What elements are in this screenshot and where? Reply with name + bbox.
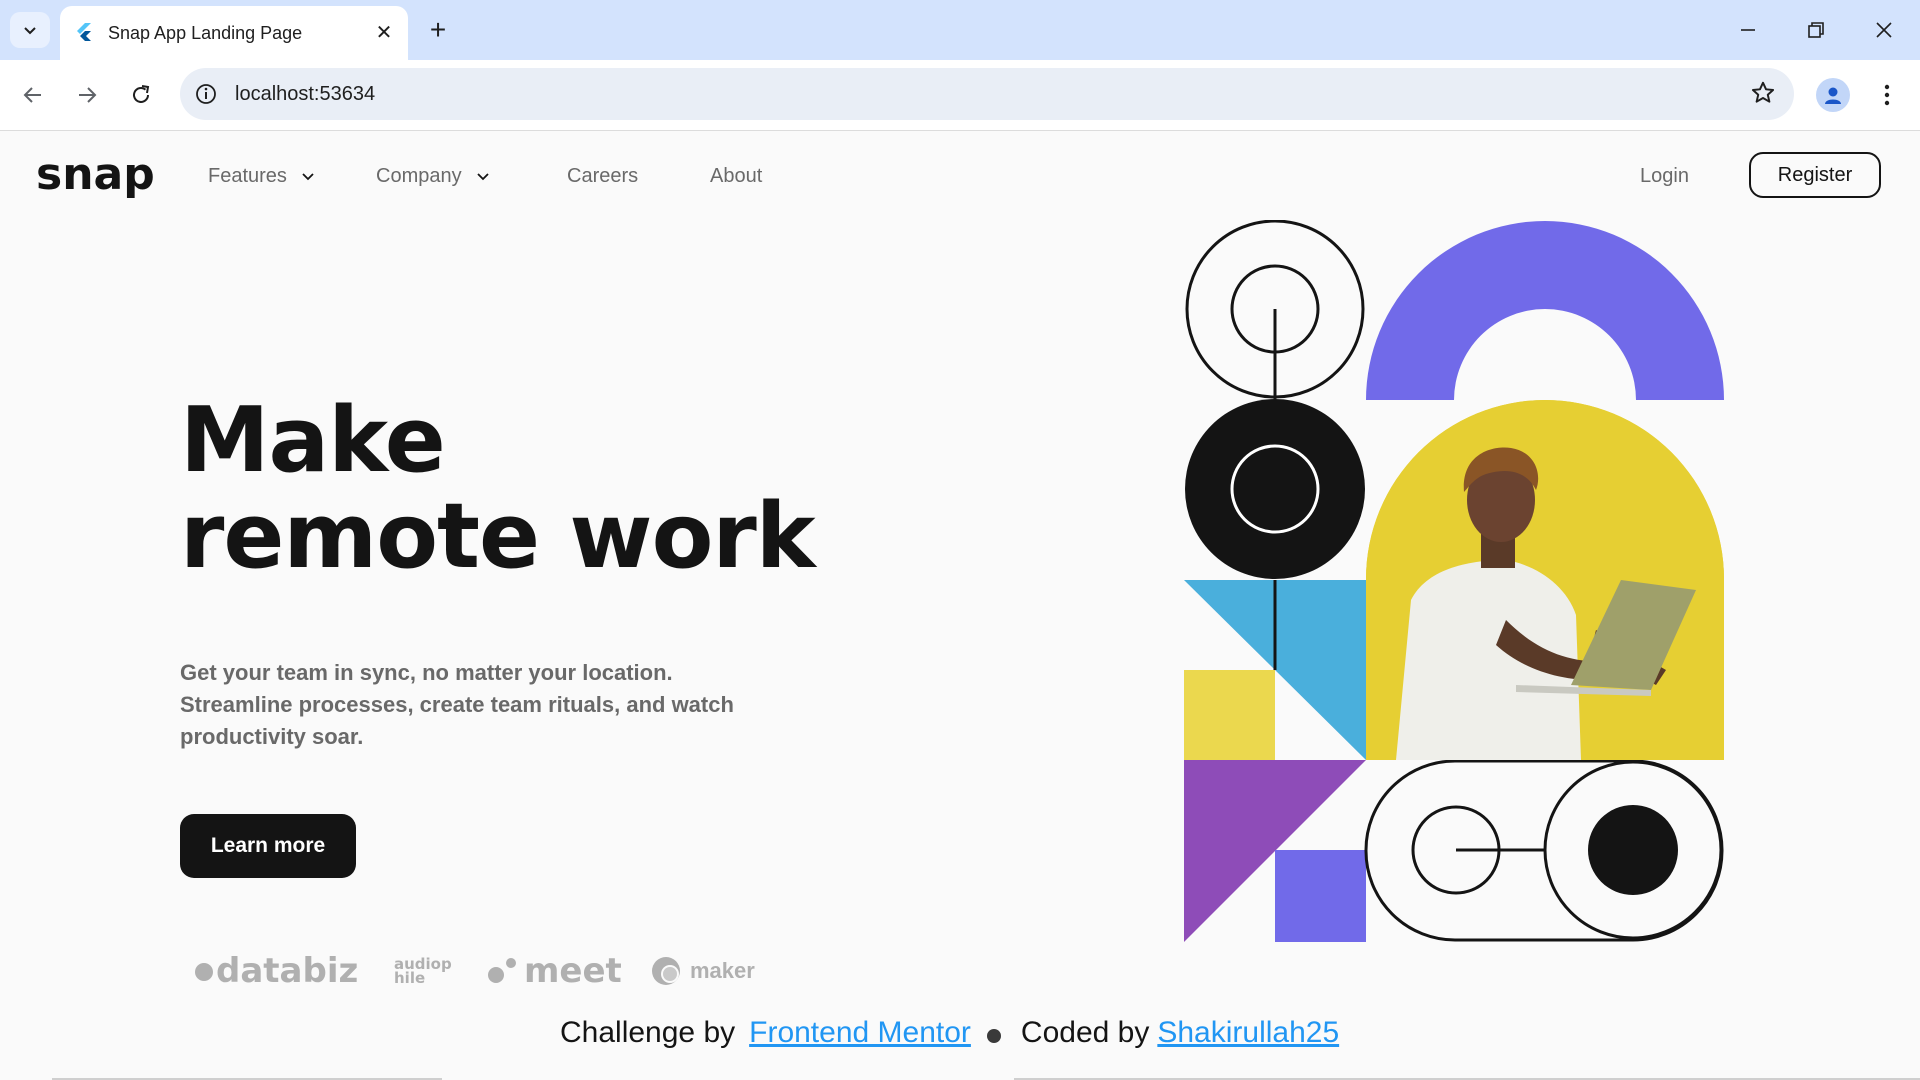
client-logo-databiz: databiz (194, 949, 358, 993)
nav-company-dropdown[interactable]: Company (376, 163, 490, 189)
hero-title: Make remote work (180, 388, 816, 589)
learn-more-button[interactable]: Learn more (180, 814, 356, 878)
client-meet-label: meet (524, 951, 622, 991)
client-logo-audiophile: audiophile (394, 949, 458, 993)
attribution-challenge-prefix: Challenge by (560, 1016, 736, 1049)
tab-search-button[interactable] (10, 12, 50, 48)
attribution-coded-prefix: Coded by (1020, 1016, 1150, 1049)
separator-dot (986, 1029, 1001, 1043)
hero-illustration (1184, 220, 1724, 942)
url-text[interactable]: localhost:53634 (235, 80, 375, 108)
browser-toolbar: localhost:53634 (0, 60, 1920, 131)
reload-icon[interactable] (124, 78, 158, 112)
chevron-down-icon (24, 27, 36, 35)
browser-menu-icon[interactable] (1872, 78, 1902, 112)
tab-close-icon[interactable]: ✕ (372, 20, 396, 44)
flutter-favicon-icon (77, 23, 91, 41)
forward-icon[interactable] (70, 78, 104, 112)
nav-features-label: Features (208, 165, 287, 187)
restore-icon[interactable] (1796, 12, 1836, 48)
address-bar[interactable]: localhost:53634 (180, 68, 1794, 120)
close-window-icon[interactable] (1864, 12, 1904, 48)
chevron-down-icon (302, 173, 314, 181)
client-logo-maker: maker (650, 949, 755, 993)
snap-logo[interactable]: snap (36, 149, 155, 200)
databiz-dot-icon (195, 963, 213, 981)
nav-about-link[interactable]: About (710, 163, 762, 189)
client-maker-label: maker (690, 958, 755, 983)
frontend-mentor-link[interactable]: Frontend Mentor (749, 1016, 971, 1050)
profile-avatar-icon[interactable] (1816, 78, 1850, 112)
nav-company-label: Company (376, 165, 462, 187)
minimize-icon[interactable] (1728, 12, 1768, 48)
hero-title-line1: Make (180, 388, 446, 493)
nav-careers-link[interactable]: Careers (567, 163, 638, 189)
page-content: snap Features Company Careers About Logi… (0, 131, 1920, 1080)
register-button[interactable]: Register (1749, 152, 1881, 198)
nav-features-dropdown[interactable]: Features (208, 163, 315, 189)
person-illustration (1366, 400, 1724, 760)
client-databiz-label: databiz (216, 951, 359, 991)
author-link[interactable]: Shakirullah25 (1157, 1016, 1339, 1050)
browser-tab-strip: Snap App Landing Page ✕ + (0, 0, 1920, 60)
back-icon[interactable] (16, 78, 50, 112)
client-audiophile-label: audiophile (394, 955, 452, 987)
login-link[interactable]: Login (1640, 163, 1689, 189)
maker-circle-icon (652, 957, 680, 985)
hero-description: Get your team in sync, no matter your lo… (180, 660, 734, 749)
meet-dots-icon (488, 958, 516, 983)
hero-title-line2: remote work (180, 484, 816, 589)
hero-photo-person-with-laptop (1366, 400, 1724, 760)
chevron-down-icon (476, 173, 489, 181)
site-info-icon[interactable] (194, 82, 218, 106)
tab-title: Snap App Landing Page (108, 23, 303, 43)
bookmark-star-icon[interactable] (1750, 80, 1776, 106)
browser-tab-active[interactable]: Snap App Landing Page ✕ (60, 6, 408, 60)
new-tab-button[interactable]: + (424, 16, 452, 44)
attribution: Challenge by Frontend Mentor Coded by Sh… (560, 1016, 1339, 1050)
client-logo-meet: meet (486, 949, 622, 993)
